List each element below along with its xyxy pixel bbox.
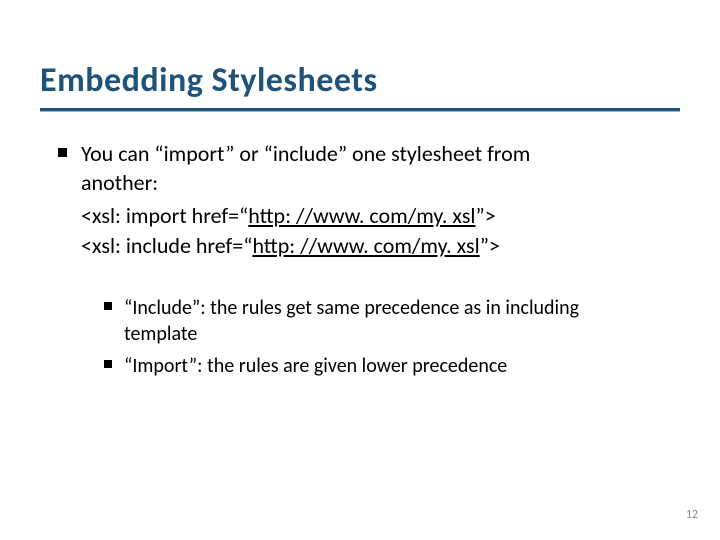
code-line: <xsl: include href=“http: //www. com/my.… <box>81 231 668 261</box>
text-line: another: <box>81 169 158 196</box>
text-line: You can “import” or “include” one styles… <box>81 140 530 167</box>
square-bullet-icon <box>104 302 112 310</box>
square-bullet-icon <box>58 148 67 157</box>
code-url: http: //www. com/my. xsl <box>252 232 479 259</box>
code-url: http: //www. com/my. xsl <box>248 202 475 229</box>
code-line: <xsl: import href=“http: //www. com/my. … <box>81 201 668 231</box>
code-text: <xsl: include href=“ <box>81 232 252 259</box>
square-bullet-icon <box>104 360 112 368</box>
sub-bullets: “Include”: the rules get same precedence… <box>104 295 668 379</box>
bullet-item: You can “import” or “include” one styles… <box>58 140 668 197</box>
text-line: “Include”: the rules get same precedence… <box>124 296 579 320</box>
bullet-item: “Import”: the rules are given lower prec… <box>104 353 668 379</box>
code-text: ”> <box>475 202 495 229</box>
slide-body: You can “import” or “include” one styles… <box>58 140 668 385</box>
text-line: template <box>124 322 197 346</box>
slide: Embedding Stylesheets You can “import” o… <box>0 0 720 540</box>
bullet-text: You can “import” or “include” one styles… <box>81 140 530 197</box>
title-underline-shadow <box>40 111 680 112</box>
slide-title: Embedding Stylesheets <box>40 60 378 101</box>
page-number: 12 <box>686 508 698 522</box>
bullet-text: “Include”: the rules get same precedence… <box>124 295 579 347</box>
code-text: <xsl: import href=“ <box>81 202 248 229</box>
bullet-text: “Import”: the rules are given lower prec… <box>124 353 507 379</box>
bullet-item: “Include”: the rules get same precedence… <box>104 295 668 347</box>
code-text: ”> <box>480 232 500 259</box>
